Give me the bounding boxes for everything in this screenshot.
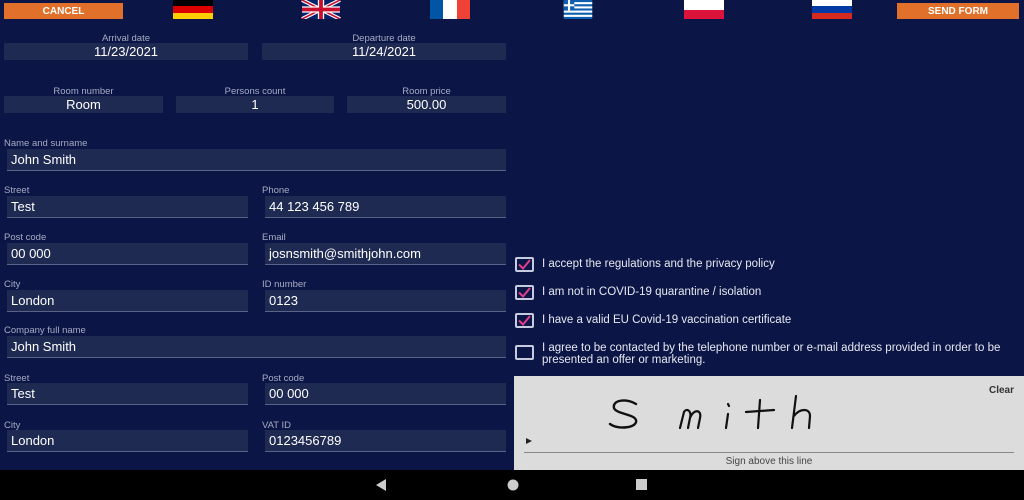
- phone-label: Phone: [262, 185, 290, 196]
- id-number-input[interactable]: 0123: [265, 290, 506, 312]
- checkmark-icon: [518, 315, 531, 326]
- consent-text-quarantine: I am not in COVID-19 quarantine / isolat…: [542, 286, 762, 298]
- company-name-label: Company full name: [4, 325, 86, 336]
- phone-input[interactable]: 44 123 456 789: [265, 196, 506, 218]
- checkmark-icon: [518, 287, 531, 298]
- consent-text-vaccination: I have a valid EU Covid-19 vaccination c…: [542, 314, 792, 326]
- consent-checkbox-marketing[interactable]: [515, 345, 534, 360]
- cancel-button[interactable]: CANCEL: [4, 3, 123, 19]
- signature-pad[interactable]: Clear Sign above this line: [514, 376, 1024, 470]
- back-icon[interactable]: [376, 479, 387, 491]
- room-number-field[interactable]: Room: [4, 96, 163, 113]
- recents-icon[interactable]: [636, 479, 647, 490]
- persons-count-field[interactable]: 1: [176, 96, 334, 113]
- home-icon[interactable]: [507, 479, 519, 491]
- company-street-input[interactable]: Test: [7, 383, 248, 405]
- greek-flag-icon[interactable]: [558, 0, 598, 19]
- checkmark-icon: [518, 259, 531, 270]
- consent-checkbox-privacy[interactable]: [515, 257, 534, 272]
- consent-checkbox-quarantine[interactable]: [515, 285, 534, 300]
- name-label: Name and surname: [4, 138, 88, 149]
- name-input[interactable]: John Smith: [7, 149, 506, 171]
- signature-line: [524, 452, 1014, 453]
- clear-signature-button[interactable]: Clear: [989, 385, 1014, 396]
- consent-checkbox-vaccination[interactable]: [515, 313, 534, 328]
- consent-text-marketing: I agree to be contacted by the telephone…: [542, 342, 1001, 366]
- email-label: Email: [262, 232, 286, 243]
- postcode-input[interactable]: 00 000: [7, 243, 248, 265]
- vat-id-input[interactable]: 0123456789: [265, 430, 506, 452]
- system-navigation-bar: [0, 470, 1024, 500]
- signature-start-marker: [526, 438, 532, 444]
- room-price-field[interactable]: 500.00: [347, 96, 506, 113]
- street-label: Street: [4, 185, 30, 196]
- postcode-label: Post code: [4, 232, 47, 243]
- russian-flag-icon[interactable]: [812, 0, 852, 19]
- city-input[interactable]: London: [7, 290, 248, 312]
- street-input[interactable]: Test: [7, 196, 248, 218]
- signature-drawing: [608, 394, 812, 430]
- id-number-label: ID number: [262, 279, 307, 290]
- city-label: City: [4, 279, 21, 290]
- german-flag-icon[interactable]: [173, 0, 213, 19]
- french-flag-icon[interactable]: [430, 0, 470, 19]
- company-city-input[interactable]: London: [7, 430, 248, 452]
- arrival-date-field[interactable]: 11/23/2021: [4, 43, 248, 60]
- company-postcode-input[interactable]: 00 000: [265, 383, 506, 405]
- departure-date-field[interactable]: 11/24/2021: [262, 43, 506, 60]
- email-input[interactable]: josnsmith@smithjohn.com: [265, 243, 506, 265]
- uk-flag-icon[interactable]: [301, 0, 341, 19]
- signature-hint: Sign above this line: [725, 456, 813, 467]
- send-form-button[interactable]: SEND FORM: [897, 3, 1019, 19]
- consent-text-privacy: I accept the regulations and the privacy…: [542, 258, 775, 270]
- company-name-input[interactable]: John Smith: [7, 336, 506, 358]
- polish-flag-icon[interactable]: [684, 0, 724, 19]
